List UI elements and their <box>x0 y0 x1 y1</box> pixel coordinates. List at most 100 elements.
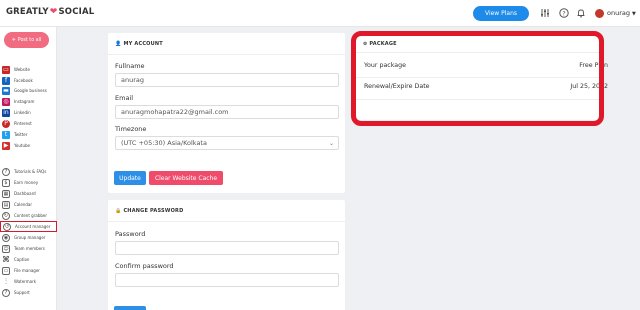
timezone-value: (UTC +05:30) Asia/Kolkata <box>121 139 207 147</box>
package-icon: ⊚ <box>363 41 368 47</box>
sidebar-item-label: Support <box>14 290 30 295</box>
chevron-down-icon: ▼ <box>632 11 636 17</box>
renewal-label: Renewal/Expire Date <box>364 83 430 90</box>
sidebar-item-youtube[interactable]: ▶ Youtube <box>0 140 30 151</box>
sidebar-item-label: Pinterest <box>14 121 32 126</box>
logo[interactable]: GREATLY ❤ SOCIAL <box>6 7 94 17</box>
renewal-value: Jul 25, 2022 <box>570 83 608 90</box>
confirm-password-label: Confirm password <box>115 262 174 270</box>
divider <box>356 99 599 100</box>
user-menu[interactable]: onurag ▼ <box>607 9 636 17</box>
sidebar-item-earn-money[interactable]: $ Earn money <box>0 177 38 188</box>
team-icon: ☺ <box>2 244 10 253</box>
sidebar-item-caption[interactable]: ⌘ Caption <box>0 254 29 265</box>
password-label: Password <box>115 230 146 238</box>
divider <box>108 54 345 55</box>
view-plans-button[interactable]: View Plans <box>473 6 529 21</box>
monitor-icon: ▭ <box>2 65 10 74</box>
sidebar: ✈ Post to all ▭ Website f Facebook ▬ Google… <box>0 27 57 310</box>
renewal-row: Renewal/Expire Date Jul 25, 2022 <box>364 83 608 90</box>
sidebar-item-label: Dashboard <box>14 191 36 196</box>
divider <box>356 77 599 78</box>
email-value: anuragmohapatra22@gmail.com <box>121 108 229 116</box>
facebook-icon: f <box>2 76 10 85</box>
my-account-title-text: MY ACCOUNT <box>123 41 163 47</box>
timezone-select[interactable]: (UTC +05:30) Asia/Kolkata ⌄ <box>115 136 339 150</box>
package-title: ⊚ PACKAGE <box>363 41 397 47</box>
sidebar-item-dashboard[interactable]: ▦ Dashboard <box>0 188 36 199</box>
email-label: Email <box>115 94 134 102</box>
sidebar-item-calendar[interactable]: ▤ Calendar <box>0 199 32 210</box>
sidebar-item-tutorials[interactable]: ? Tutorials & FAQs <box>0 166 46 177</box>
logo-text-left: GREATLY <box>6 7 49 17</box>
fullname-label: Fullname <box>115 62 145 70</box>
logo-text-right: SOCIAL <box>58 7 95 17</box>
question-icon: ? <box>2 167 10 176</box>
sidebar-item-label: Linkedin <box>14 110 31 115</box>
dashboard-icon: ▦ <box>2 189 10 198</box>
change-password-button[interactable] <box>114 306 146 310</box>
money-icon: $ <box>2 178 10 187</box>
sidebar-item-label: Calendar <box>14 202 32 207</box>
update-button[interactable]: Update <box>114 171 146 185</box>
sidebar-item-label: Group manager <box>14 235 46 240</box>
user-icon: 👤 <box>115 41 122 47</box>
svg-text:?: ? <box>562 10 565 17</box>
post-to-all-label: Post to all <box>17 37 42 43</box>
help-icon[interactable]: ? <box>558 7 570 19</box>
sidebar-item-watermark[interactable]: ⫶ Watermark <box>0 276 36 287</box>
sidebar-item-label: File manager <box>14 268 40 273</box>
calendar-icon: ▤ <box>2 200 10 209</box>
sidebar-item-twitter[interactable]: t Twitter <box>0 129 27 140</box>
sidebar-item-label: Team members <box>14 246 45 251</box>
support-icon: ? <box>2 288 10 297</box>
group-icon: ◉ <box>2 233 10 242</box>
sidebar-item-team-members[interactable]: ☺ Team members <box>0 243 45 254</box>
sidebar-item-label: Instagram <box>14 99 35 104</box>
sidebar-item-content-grabber[interactable]: ↻ Content grabber <box>0 210 47 221</box>
folder-icon: ▭ <box>2 266 10 275</box>
sidebar-item-label: Earn money <box>14 180 39 185</box>
sliders-icon[interactable] <box>539 7 551 19</box>
sidebar-item-website[interactable]: ▭ Website <box>0 64 30 75</box>
sidebar-item-linkedin[interactable]: in Linkedin <box>0 107 31 118</box>
sidebar-item-file-manager[interactable]: ▭ File manager <box>0 265 40 276</box>
sidebar-item-label: Watermark <box>14 279 37 284</box>
chevron-down-icon: ⌄ <box>328 139 334 147</box>
sidebar-item-label: Tutorials & FAQs <box>14 169 47 174</box>
send-icon: ✈ <box>11 37 16 43</box>
username-label: onurag <box>607 9 630 17</box>
top-bar: GREATLY ❤ SOCIAL View Plans ? onurag ▼ <box>0 0 640 27</box>
sidebar-item-account-manager[interactable]: ↺ Account manager <box>0 221 57 232</box>
change-password-title-text: CHANGE PASSWORD <box>123 208 184 214</box>
password-field[interactable] <box>115 241 339 255</box>
package-card: ⊚ PACKAGE Your package Free Plan Renewal/… <box>356 36 608 120</box>
clear-cache-button[interactable]: Clear Website Cache <box>149 171 223 185</box>
change-password-card: 🔒 CHANGE PASSWORD Password Confirm passwo… <box>108 200 345 310</box>
divider <box>108 221 345 222</box>
your-package-label: Your package <box>364 62 407 69</box>
change-password-title: 🔒 CHANGE PASSWORD <box>115 208 183 214</box>
timezone-label: Timezone <box>115 125 147 133</box>
sidebar-item-google-business[interactable]: ▬ Google business <box>0 85 47 96</box>
sidebar-item-label: Twitter <box>14 132 28 137</box>
post-to-all-button[interactable]: ✈ Post to all <box>4 32 49 48</box>
your-package-row: Your package Free Plan <box>364 62 608 69</box>
sidebar-item-group-manager[interactable]: ◉ Group manager <box>0 232 45 243</box>
fullname-value: anurag <box>121 76 145 84</box>
my-account-card: 👤 MY ACCOUNT Fullname anurag Email anurag… <box>108 33 345 193</box>
email-field[interactable]: anuragmohapatra22@gmail.com <box>115 105 339 119</box>
pinterest-icon: P <box>2 119 10 128</box>
sidebar-item-pinterest[interactable]: P Pinterest <box>0 118 32 129</box>
lock-icon: 🔒 <box>115 208 122 214</box>
sidebar-item-support[interactable]: ? Support <box>0 287 30 298</box>
my-account-title: 👤 MY ACCOUNT <box>115 41 163 47</box>
confirm-password-field[interactable] <box>115 273 339 287</box>
fullname-field[interactable]: anurag <box>115 73 339 87</box>
sidebar-item-label: Account manager <box>15 224 51 229</box>
sidebar-item-instagram[interactable]: ◎ Instagram <box>0 96 34 107</box>
sidebar-item-label: Website <box>14 67 30 72</box>
sidebar-item-label: Youtube <box>14 143 30 148</box>
avatar[interactable] <box>595 9 604 18</box>
bell-icon[interactable] <box>575 7 587 19</box>
